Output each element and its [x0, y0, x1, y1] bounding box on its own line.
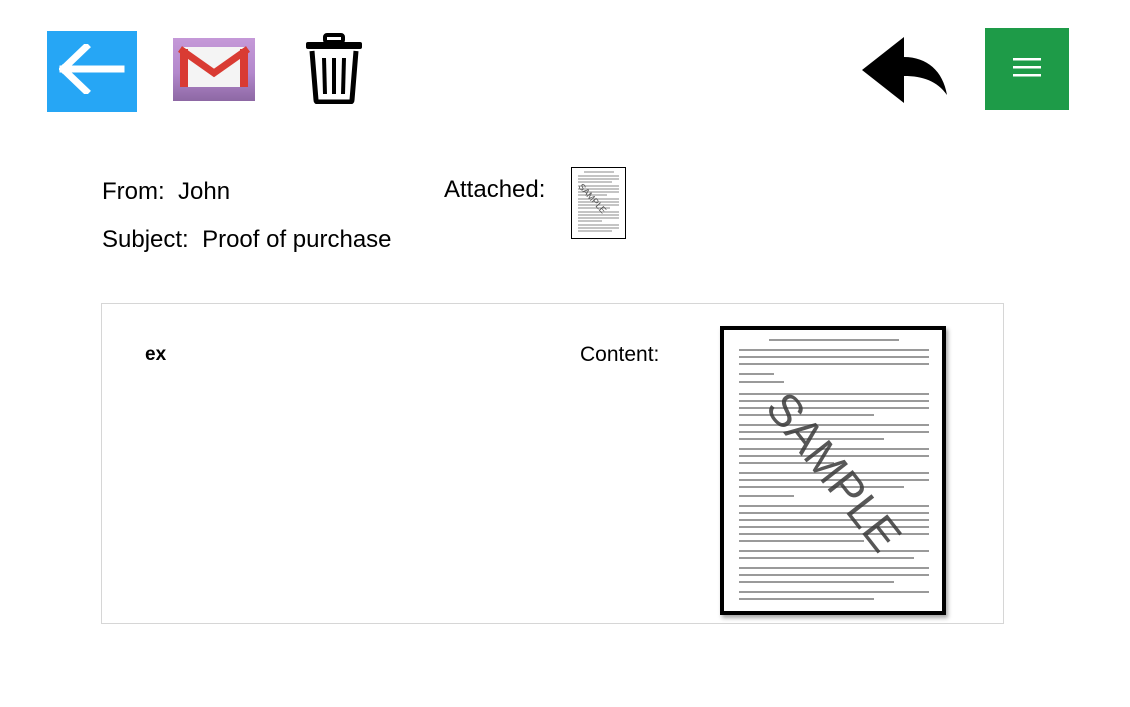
arrow-left-icon	[58, 42, 125, 99]
gmail-envelope-icon	[177, 45, 251, 94]
from-row: From: John	[102, 178, 230, 206]
menu-button[interactable]	[985, 28, 1069, 110]
from-value: John	[178, 178, 231, 205]
mail-button[interactable]	[173, 38, 255, 101]
hamburger-menu-icon	[1012, 56, 1042, 83]
reply-arrow-icon	[859, 35, 949, 110]
content-label: Content:	[580, 343, 660, 366]
back-button[interactable]	[47, 31, 137, 112]
reply-button[interactable]	[858, 36, 950, 108]
trash-can-icon	[303, 32, 365, 109]
message-body-text: ex	[145, 344, 167, 365]
from-label: From:	[102, 178, 165, 205]
subject-label: Subject:	[102, 226, 189, 253]
delete-button[interactable]	[301, 32, 367, 109]
attached-label: Attached:	[444, 176, 546, 203]
subject-row: Subject: Proof of purchase	[102, 226, 392, 254]
document-thumbnail-icon: SAMPLE	[572, 168, 625, 238]
content-document-preview[interactable]: SAMPLE	[720, 326, 946, 615]
attachment-thumbnail[interactable]: SAMPLE	[571, 167, 626, 239]
subject-value: Proof of purchase	[202, 226, 392, 253]
